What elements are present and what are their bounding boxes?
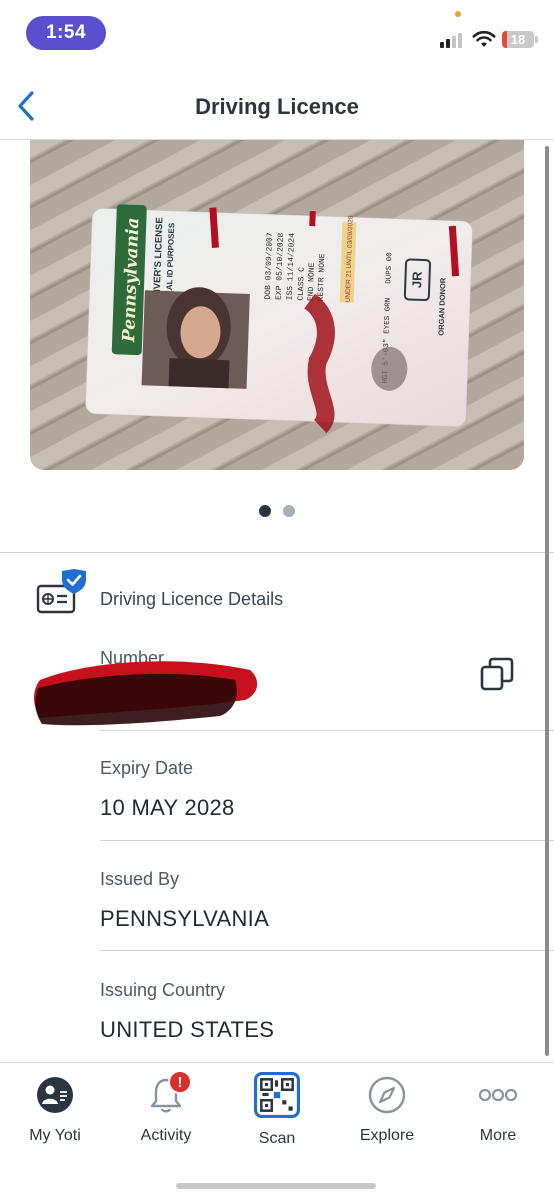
qr-code-icon (254, 1072, 300, 1118)
card-restr: RESTR NONE (317, 253, 328, 301)
battery-level: 18 (510, 32, 526, 47)
licence-photo[interactable]: Pennsylvania JUNIOR DRIVER'S LICENSE NOT… (30, 140, 524, 470)
licence-card-icon (36, 569, 86, 614)
issued-by-label: Issued By (100, 869, 180, 889)
page-title: Driving Licence (195, 94, 359, 119)
home-indicator[interactable] (176, 1183, 376, 1189)
tab-label: Explore (359, 1127, 415, 1144)
tab-label: More (479, 1127, 517, 1144)
licence-photo-image: Pennsylvania JUNIOR DRIVER'S LICENSE NOT… (30, 140, 524, 470)
expiry-value: 10 MAY 2028 (100, 795, 235, 820)
signal-icon (440, 32, 466, 48)
scrollbar[interactable] (545, 146, 549, 1056)
wifi-icon (472, 30, 496, 47)
details-header: Driving Licence Details (0, 565, 554, 635)
page-dot-active[interactable] (259, 505, 271, 517)
number-redaction (34, 661, 258, 726)
battery-level-fill (502, 31, 507, 48)
issuing-country-field: Issuing Country UNITED STATES (100, 980, 554, 1043)
card-jr: JR (409, 271, 425, 289)
issuing-country-value: UNITED STATES (100, 1017, 275, 1042)
copy-icon[interactable] (478, 655, 516, 693)
field-divider (100, 950, 554, 951)
tab-label: Activity (140, 1127, 192, 1144)
section-divider (0, 552, 554, 553)
status-bar: 1:54 18 (0, 0, 554, 70)
expiry-label: Expiry Date (100, 758, 194, 778)
tab-scan[interactable]: Scan (222, 1072, 332, 1155)
navigation-bar: Driving Licence (0, 72, 554, 140)
tab-label: My Yoti (29, 1127, 81, 1144)
issued-by-value: PENNSYLVANIA (100, 906, 270, 931)
activity-badge: ! (168, 1070, 192, 1094)
tab-label: Scan (258, 1130, 296, 1147)
page-dot[interactable] (283, 505, 295, 517)
more-dots-icon (478, 1088, 518, 1102)
tab-bar: My Yoti Activity Scan Explore More (0, 1062, 554, 1200)
card-eyes: EYES GRN (384, 298, 393, 334)
status-time: 1:54 (26, 16, 106, 50)
card-class: CLASS C (297, 267, 307, 301)
field-divider (100, 730, 554, 731)
details-title: Driving Licence Details (100, 589, 284, 609)
tab-my-yoti[interactable]: My Yoti (0, 1075, 110, 1155)
battery-icon: 18 (502, 31, 534, 48)
compass-icon (368, 1076, 406, 1114)
carousel-page-indicator[interactable] (259, 505, 299, 517)
tab-explore[interactable]: Explore (332, 1075, 442, 1155)
expiry-field: Expiry Date 10 MAY 2028 (100, 758, 554, 821)
field-divider (100, 840, 554, 841)
tab-activity[interactable]: Activity (111, 1075, 221, 1155)
profile-icon (37, 1077, 73, 1113)
issued-by-field: Issued By PENNSYLVANIA (100, 869, 554, 932)
battery-tip (535, 36, 538, 43)
tab-more[interactable]: More (443, 1075, 553, 1155)
privacy-indicator-dot (455, 11, 461, 17)
card-dups: DUPS 00 (385, 252, 394, 284)
issuing-country-label: Issuing Country (100, 980, 226, 1000)
